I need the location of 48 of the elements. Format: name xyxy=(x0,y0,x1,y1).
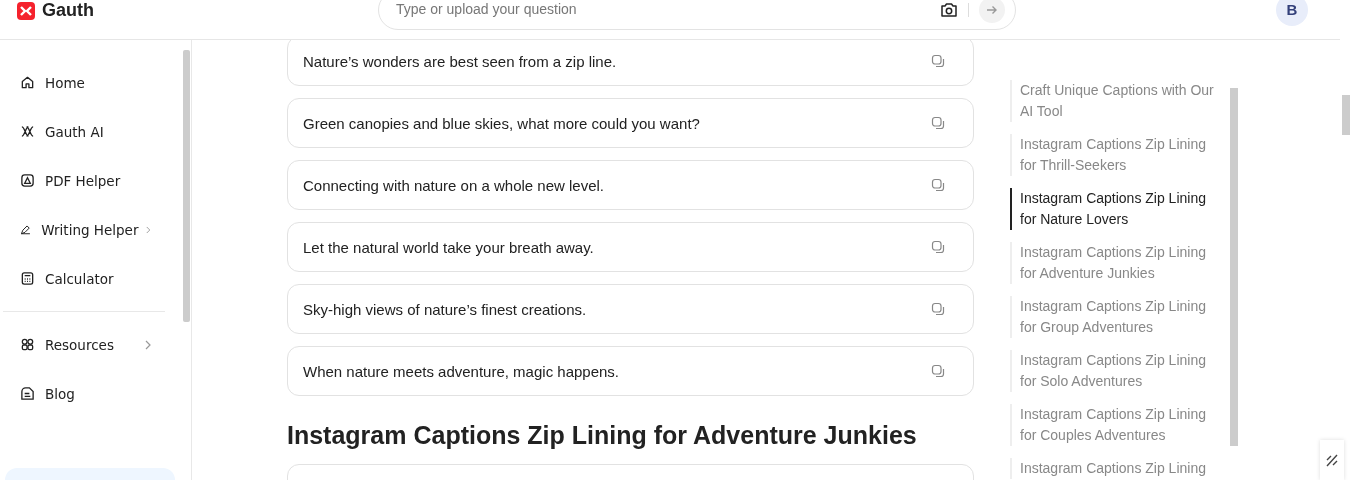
toc-link[interactable]: Instagram Captions Zip Lining for Group Adventures xyxy=(1010,296,1220,338)
toc-link[interactable]: Instagram Captions Zip Lining for Nature Lovers xyxy=(1010,188,1220,230)
scrollbar[interactable] xyxy=(1342,95,1350,135)
sidebar-item[interactable]: Calculator xyxy=(0,254,191,303)
chevron-icon xyxy=(146,224,151,235)
document-icon xyxy=(20,173,35,188)
chevron-icon xyxy=(145,339,151,350)
caption-text: Green canopies and blue skies, what more could you want? xyxy=(303,114,700,132)
section-heading: Instagram Captions Zip Lining for Adventure Junkies xyxy=(287,421,918,450)
toc-link[interactable]: Instagram Captions Zip Lining for Adventure Junkies xyxy=(1010,242,1220,284)
home-icon xyxy=(20,75,35,90)
calculator-icon xyxy=(20,271,35,286)
toc-link[interactable]: Instagram Captions Zip Lining xyxy=(1010,458,1220,479)
toc-link[interactable]: Instagram Captions Zip Lining for Couples Adventures xyxy=(1010,404,1220,446)
toc-link[interactable]: Instagram Captions Zip Lining for Solo Adventures xyxy=(1010,350,1220,392)
caption-text: Let the natural world take your breath away. xyxy=(303,238,594,256)
sidebar-item[interactable]: Home xyxy=(0,58,191,107)
sidebar-item[interactable]: Gauth AI xyxy=(0,107,191,156)
arrow-icon xyxy=(986,3,998,16)
copy-icon[interactable] xyxy=(931,302,945,316)
caption-text: Sky-high views of nature’s finest creations. xyxy=(303,300,587,318)
copy-icon[interactable] xyxy=(931,116,945,130)
collapse-icon xyxy=(1325,452,1339,468)
camera-icon[interactable] xyxy=(940,1,958,18)
blog-icon xyxy=(20,386,35,401)
grid-icon xyxy=(20,337,35,352)
copy-icon[interactable] xyxy=(931,178,945,192)
pen-icon xyxy=(20,222,32,237)
copy-icon[interactable] xyxy=(931,364,945,378)
sidebar-item[interactable]: PDF Helper xyxy=(0,156,191,205)
toc-link[interactable]: Craft Unique Captions with Our AI Tool xyxy=(1010,80,1220,122)
logo-text[interactable]: Gauth xyxy=(42,0,94,21)
caption-text: When nature meets adventure, magic happens. xyxy=(303,362,620,380)
sparkle-icon xyxy=(20,124,35,139)
caption-text: Connecting with nature on a whole new level. xyxy=(303,176,605,194)
copy-icon[interactable] xyxy=(931,54,945,68)
user-avatar[interactable]: B xyxy=(1276,0,1308,26)
collapse-button[interactable] xyxy=(1320,440,1344,480)
scrollbar[interactable] xyxy=(1230,88,1238,446)
sidebar-item[interactable]: Writing Helper xyxy=(0,205,191,254)
copy-icon[interactable] xyxy=(931,240,945,254)
sidebar-item[interactable]: Resources xyxy=(0,320,191,369)
toc-link[interactable]: Instagram Captions Zip Lining for Thrill-Seekers xyxy=(1010,134,1220,176)
sidebar-item[interactable]: Blog xyxy=(0,369,191,418)
caption-text: Nature’s wonders are best seen from a zip line. xyxy=(303,52,617,70)
send-button[interactable] xyxy=(979,0,1005,23)
search-input[interactable]: Type or upload your question xyxy=(394,0,940,18)
scrollbar[interactable] xyxy=(183,50,190,322)
